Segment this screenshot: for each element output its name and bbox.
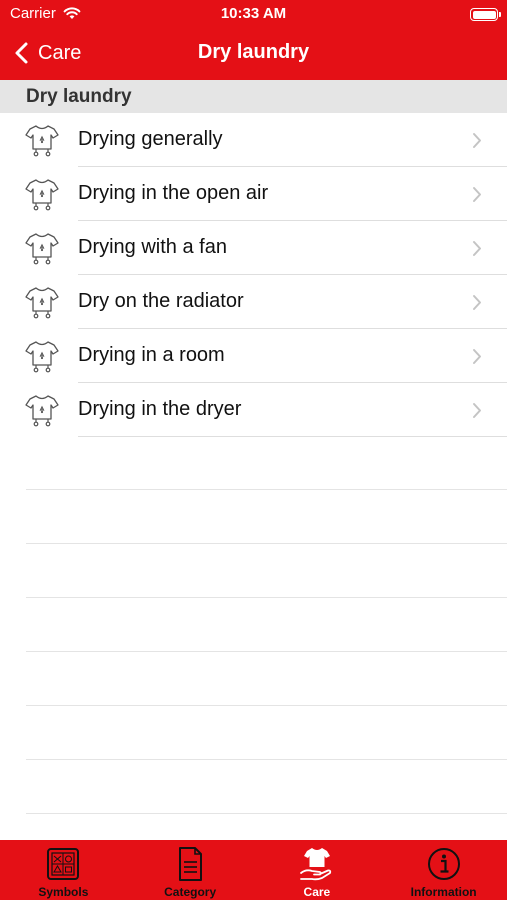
- list-item-label: Drying with a fan: [78, 236, 227, 258]
- row-separator: [78, 436, 507, 437]
- list-item-label: Dry on the radiator: [78, 290, 244, 312]
- section-header: Dry laundry: [0, 80, 507, 113]
- list-item-label: Drying generally: [78, 128, 223, 150]
- empty-row-separator: [26, 759, 507, 760]
- tab-label: Care: [303, 885, 331, 899]
- tab-category[interactable]: Category: [127, 840, 254, 900]
- chevron-right-icon: [473, 133, 481, 148]
- tab-label: Category: [164, 885, 217, 899]
- empty-row-separator: [26, 543, 507, 544]
- chevron-right-icon: [473, 349, 481, 364]
- tab-information[interactable]: Information: [380, 840, 507, 900]
- symbols-grid-icon: [47, 848, 80, 880]
- list-item[interactable]: Dry on the radiator: [0, 275, 507, 329]
- tab-symbols[interactable]: Symbols: [0, 840, 127, 900]
- navigation-bar: Care Dry laundry: [0, 28, 507, 80]
- chevron-right-icon: [473, 403, 481, 418]
- top-bar: Carrier 10:33 AM Care Dry laundry: [0, 0, 507, 80]
- info-icon: [427, 848, 460, 880]
- shirt-drying-icon: [25, 287, 59, 319]
- empty-row-separator: [26, 813, 507, 814]
- empty-row-separator: [26, 597, 507, 598]
- list-item[interactable]: Drying with a fan: [0, 221, 507, 275]
- list-item-label: Drying in the open air: [78, 182, 269, 204]
- page-title: Dry laundry: [197, 41, 310, 63]
- list-item[interactable]: Drying generally: [0, 113, 507, 167]
- tab-label: Symbols: [38, 885, 89, 899]
- document-icon: [179, 847, 203, 881]
- list-item[interactable]: Drying in the open air: [0, 167, 507, 221]
- shirt-drying-icon: [25, 395, 59, 427]
- shirt-drying-icon: [25, 233, 59, 265]
- empty-row-separator: [26, 705, 507, 706]
- list-item-label: Drying in the dryer: [78, 398, 242, 420]
- tab-bar: Symbols Category Care Information: [0, 840, 507, 900]
- shirt-drying-icon: [25, 179, 59, 211]
- tab-label: Information: [410, 885, 477, 899]
- empty-row-separator: [26, 651, 507, 652]
- empty-row-separator: [26, 489, 507, 490]
- chevron-right-icon: [473, 295, 481, 310]
- shirt-drying-icon: [25, 341, 59, 373]
- status-bar: Carrier 10:33 AM: [0, 0, 507, 28]
- shirt-drying-icon: [25, 125, 59, 157]
- tab-care[interactable]: Care: [254, 840, 381, 900]
- dry-laundry-list: Drying generally Drying in the open air …: [0, 113, 507, 437]
- list-item[interactable]: Drying in a room: [0, 329, 507, 383]
- section-title: Dry laundry: [26, 86, 132, 107]
- shirt-hand-icon: [299, 848, 332, 881]
- list-item[interactable]: Drying in the dryer: [0, 383, 507, 437]
- battery-icon: [470, 8, 501, 21]
- list-item-label: Drying in a room: [78, 344, 225, 366]
- chevron-right-icon: [473, 241, 481, 256]
- status-time: 10:33 AM: [220, 5, 287, 22]
- chevron-right-icon: [473, 187, 481, 202]
